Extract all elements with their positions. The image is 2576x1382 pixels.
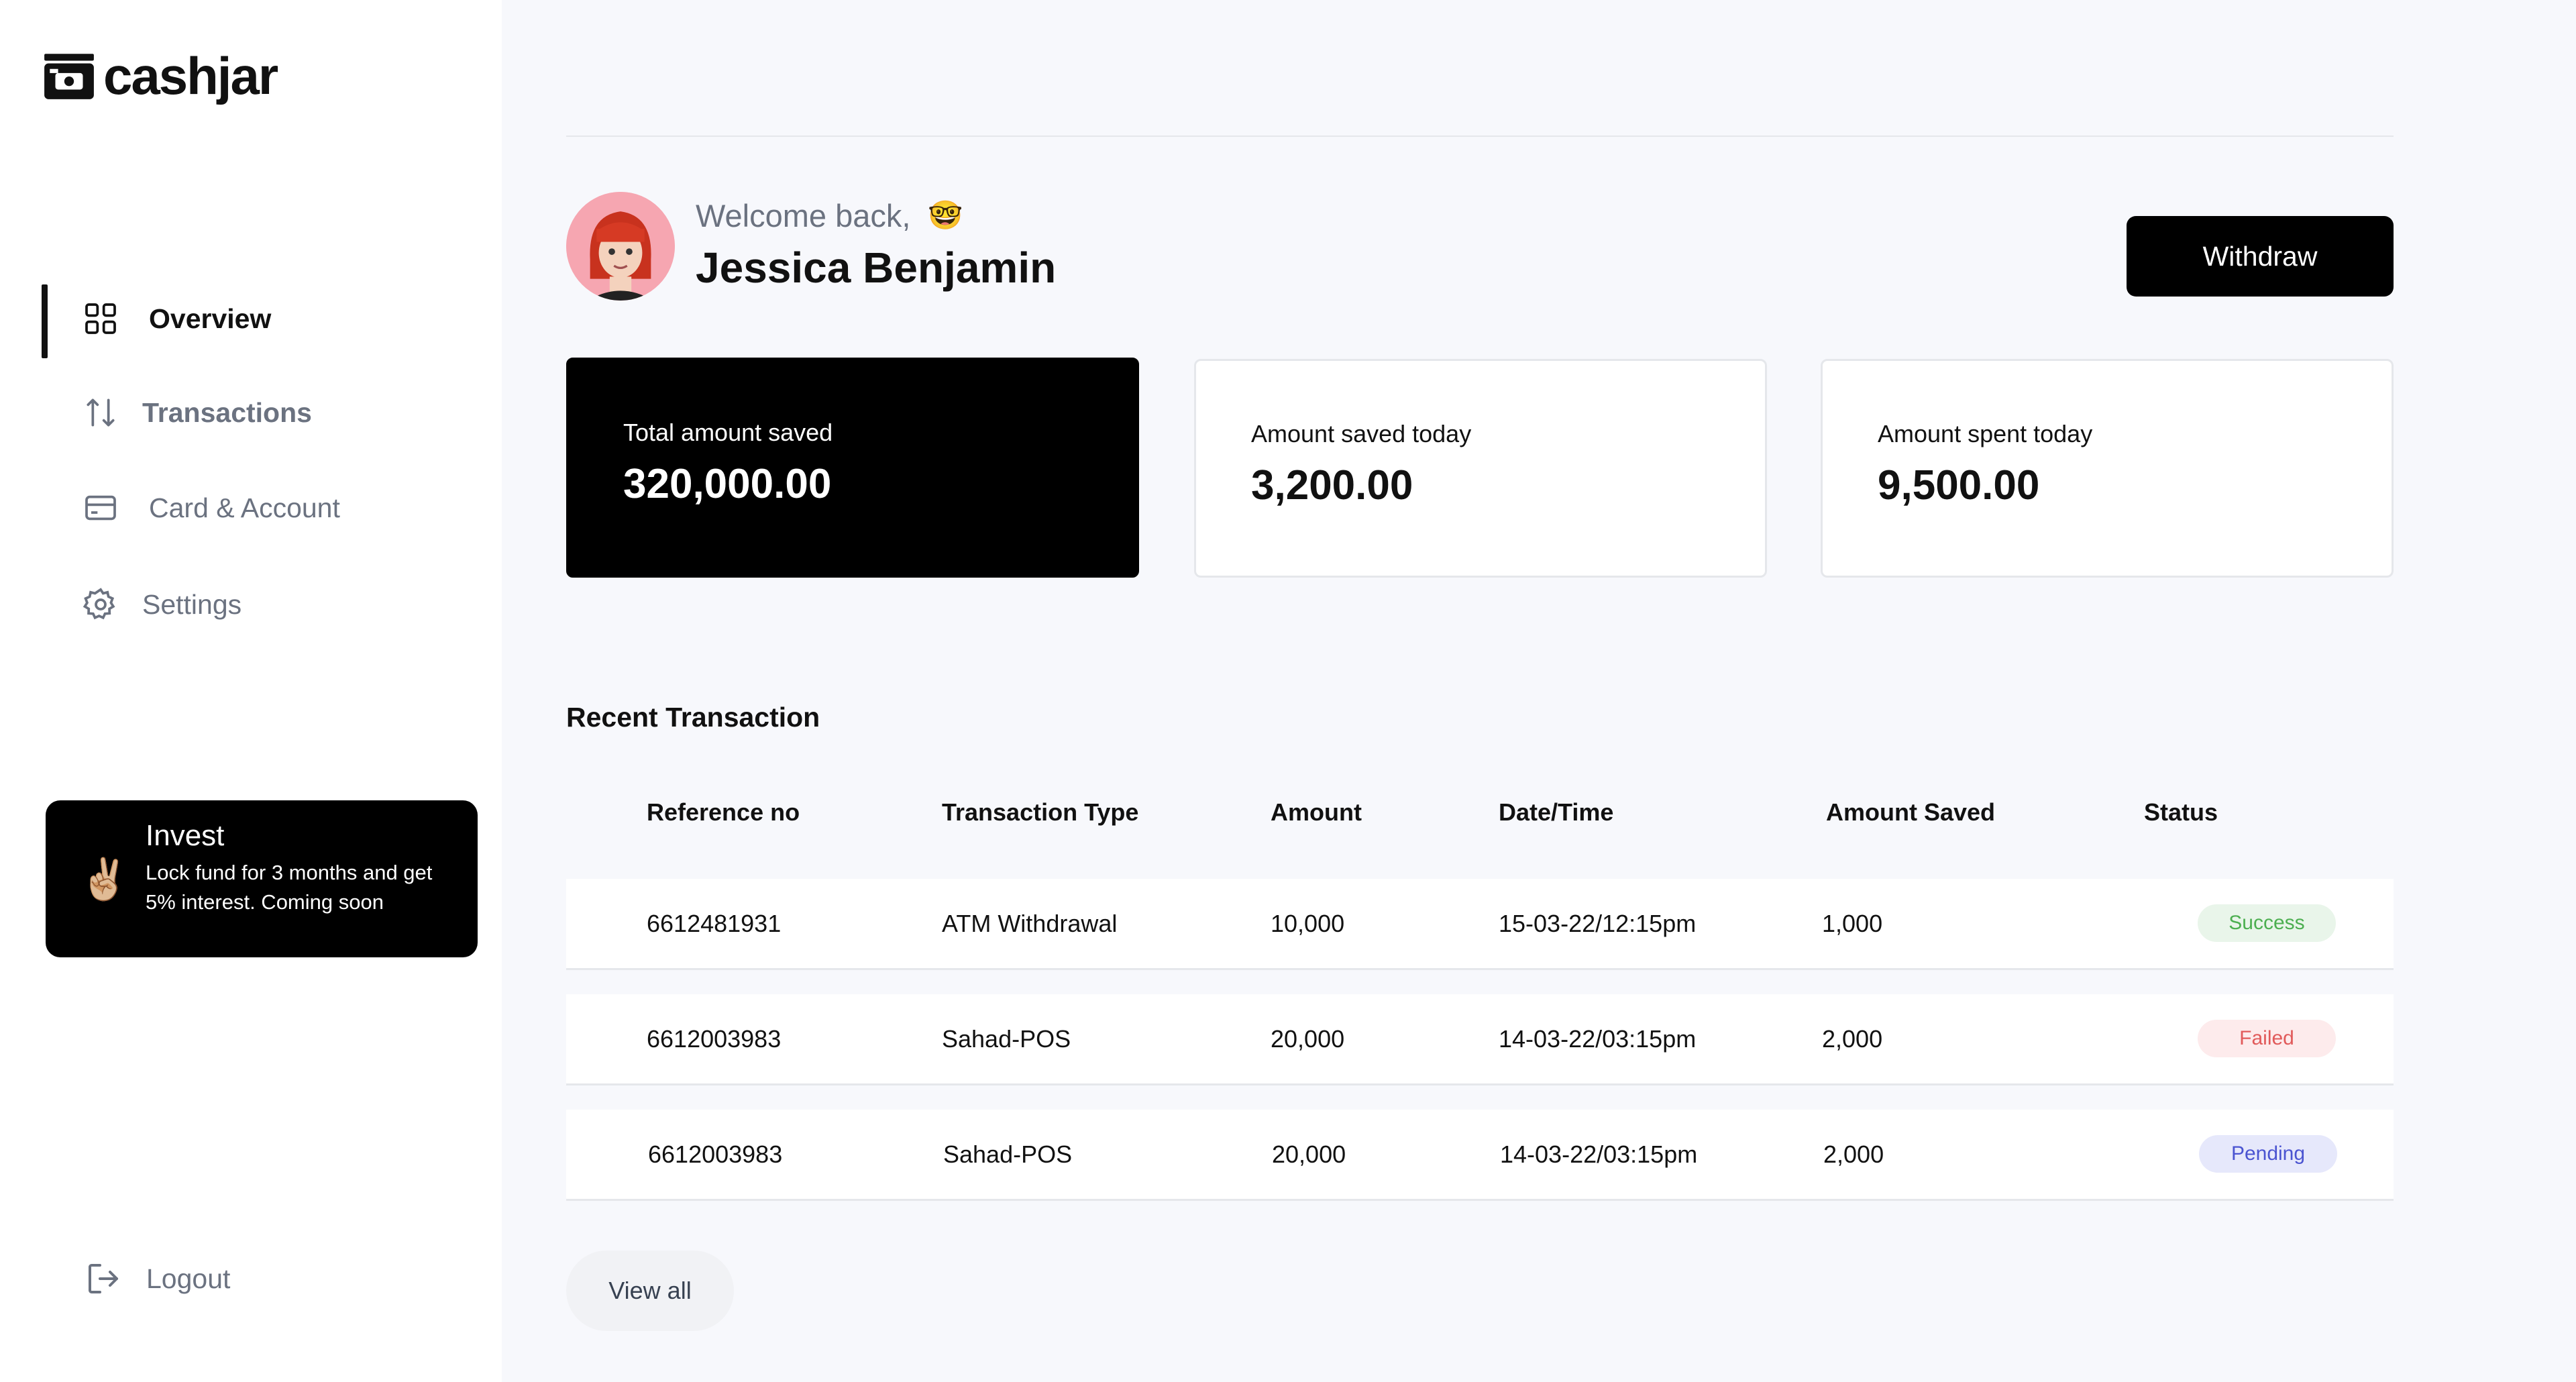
table-row[interactable]: 6612003983 Sahad-POS 20,000 14-03-22/03:… [566, 994, 2394, 1085]
cell-type: ATM Withdrawal [942, 910, 1118, 937]
brand-logo[interactable]: cashjar [42, 46, 278, 105]
cell-amount-saved: 2,000 [1822, 1025, 1883, 1053]
arrows-up-down-icon [87, 398, 115, 427]
column-header: Status [2144, 798, 2218, 826]
cell-amount-saved: 1,000 [1822, 910, 1883, 937]
user-name: Jessica Benjamin [696, 244, 1057, 292]
sidebar: cashjar Overview Transactions Card & Acc… [0, 0, 502, 1382]
cell-datetime: 14-03-22/03:15pm [1500, 1140, 1698, 1168]
stat-value: 9,500.00 [1878, 462, 2040, 509]
cell-reference: 6612481931 [647, 910, 782, 937]
welcome-text: Welcome back, 🤓 [696, 198, 963, 233]
nerd-face-icon: 🤓 [928, 199, 963, 231]
status-badge: Failed [2198, 1020, 2336, 1057]
column-header: Amount Saved [1826, 798, 1996, 826]
peace-hand-icon: ✌🏼 [79, 857, 129, 902]
cell-datetime: 15-03-22/12:15pm [1499, 910, 1697, 937]
logout-button[interactable]: Logout [83, 1259, 230, 1299]
column-header: Transaction Type [942, 798, 1139, 826]
table-row[interactable]: 6612003983 Sahad-POS 20,000 14-03-22/03:… [566, 1110, 2394, 1201]
cell-amount: 10,000 [1271, 910, 1345, 937]
stat-value: 320,000.00 [623, 461, 832, 507]
invest-title: Invest [146, 819, 225, 852]
invest-card[interactable]: ✌🏼 Invest Lock fund for 3 months and get… [46, 800, 478, 957]
status-badge: Success [2198, 904, 2336, 942]
sidebar-item-settings[interactable]: Settings [0, 568, 470, 641]
credit-card-icon [85, 495, 116, 521]
view-all-button[interactable]: View all [566, 1251, 734, 1331]
stat-value: 3,200.00 [1251, 462, 1413, 509]
sidebar-item-overview[interactable]: Overview [0, 282, 470, 358]
cell-reference: 6612003983 [647, 1025, 782, 1053]
cell-reference: 6612003983 [648, 1140, 783, 1168]
column-header: Date/Time [1499, 798, 1614, 826]
cell-type: Sahad-POS [942, 1025, 1071, 1053]
column-header: Amount [1271, 798, 1362, 826]
main-content: Welcome back, 🤓 Jessica Benjamin Withdra… [502, 0, 2576, 1382]
recent-transaction-title: Recent Transaction [566, 702, 820, 733]
cell-amount-saved: 2,000 [1823, 1140, 1884, 1168]
gear-icon [83, 588, 115, 620]
cell-type: Sahad-POS [943, 1140, 1073, 1168]
invest-description: Lock fund for 3 months and get 5% intere… [146, 861, 433, 914]
column-header: Reference no [647, 798, 800, 826]
stat-label: Amount saved today [1251, 420, 1472, 447]
stat-label: Total amount saved [623, 419, 833, 446]
status-badge: Pending [2199, 1135, 2337, 1173]
logout-label: Logout [146, 1263, 231, 1294]
cell-datetime: 14-03-22/03:15pm [1499, 1025, 1697, 1053]
header-divider [566, 136, 2394, 137]
sidebar-item-label: Card & Account [149, 492, 340, 523]
sidebar-item-label: Overview [149, 303, 272, 334]
table-row[interactable]: 6612481931 ATM Withdrawal 10,000 15-03-2… [566, 879, 2394, 970]
sidebar-item-card-account[interactable]: Card & Account [0, 471, 470, 545]
grid-icon [85, 303, 116, 334]
withdraw-button[interactable]: Withdraw [2127, 216, 2394, 297]
sidebar-item-label: Settings [142, 588, 242, 620]
cell-amount: 20,000 [1272, 1140, 1346, 1168]
table-header: Reference no Transaction Type Amount Dat… [566, 798, 2394, 832]
sidebar-item-label: Transactions [142, 396, 312, 428]
sidebar-item-transactions[interactable]: Transactions [0, 376, 470, 449]
jar-icon [44, 54, 94, 99]
brand-name: cashjar [103, 46, 278, 105]
cell-amount: 20,000 [1271, 1025, 1345, 1053]
stat-card-total-saved: Total amount saved 320,000.00 [566, 358, 1139, 578]
stat-label: Amount spent today [1878, 420, 2093, 447]
stat-card-saved-today: Amount saved today 3,200.00 [1194, 359, 1767, 578]
logout-icon [89, 1264, 118, 1293]
memoji-avatar-icon [566, 192, 675, 301]
avatar[interactable] [566, 192, 675, 301]
stat-card-spent-today: Amount spent today 9,500.00 [1821, 359, 2394, 578]
